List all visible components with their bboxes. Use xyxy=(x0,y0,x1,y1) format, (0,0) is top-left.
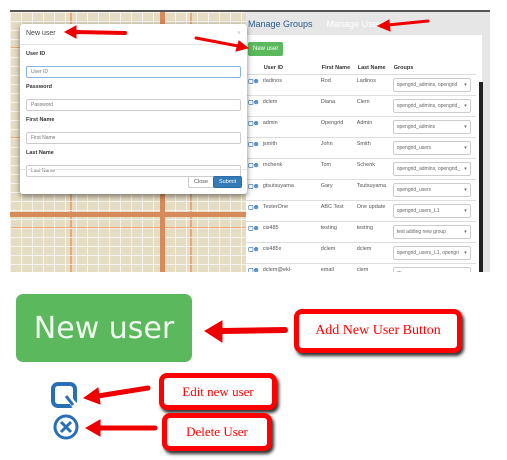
delete-icon[interactable] xyxy=(53,414,79,440)
callout-add-new-user: Add New User Button xyxy=(294,309,462,353)
edit-icon[interactable] xyxy=(51,382,79,409)
callout-delete-user: Delete User xyxy=(162,413,272,451)
arrow-add-button xyxy=(219,327,288,334)
callout-edit-user: Edit new user xyxy=(159,373,277,410)
arrow-manage-users xyxy=(386,19,430,27)
arrow-modal-title xyxy=(73,30,127,35)
arrow-head xyxy=(63,25,77,39)
arrow-edit xyxy=(95,385,151,399)
arrow-new-user xyxy=(194,36,240,48)
